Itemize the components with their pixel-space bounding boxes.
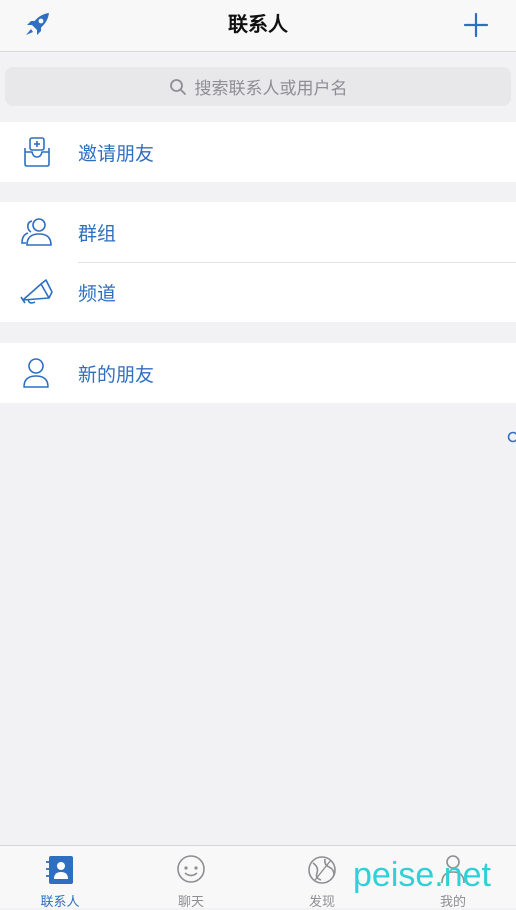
- watermark-text: peise.net: [353, 855, 491, 895]
- search-icon: [169, 78, 187, 96]
- page-title: 联系人: [0, 0, 516, 51]
- discover-icon: [305, 853, 339, 887]
- tab-contacts[interactable]: 联系人: [20, 846, 100, 908]
- list-item-new-friends[interactable]: 新的朋友: [0, 343, 516, 403]
- megaphone-icon: [19, 274, 55, 310]
- invite-friends-label: 邀请朋友: [78, 139, 154, 166]
- groups-section: 群组 频道: [0, 202, 516, 322]
- partial-search-icon: [505, 430, 516, 446]
- groups-label: 群组: [78, 219, 116, 246]
- chat-icon: [174, 853, 208, 887]
- search-bar[interactable]: 搜索联系人或用户名: [5, 67, 511, 106]
- group-icon: [19, 214, 55, 250]
- invite-section: 邀请朋友: [0, 122, 516, 182]
- tab-contacts-label: 联系人: [20, 891, 100, 910]
- tab-discover[interactable]: 发现: [282, 846, 362, 908]
- contacts-icon: [43, 853, 77, 887]
- tab-chat[interactable]: 聊天: [151, 846, 231, 908]
- search-placeholder: 搜索联系人或用户名: [195, 74, 348, 99]
- plus-icon[interactable]: [462, 11, 490, 39]
- channels-label: 频道: [78, 279, 116, 306]
- tab-chat-label: 聊天: [151, 891, 231, 910]
- new-friends-section: 新的朋友: [0, 343, 516, 403]
- invite-tray-icon: [19, 134, 55, 170]
- list-item-invite-friends[interactable]: 邀请朋友: [0, 122, 516, 182]
- person-icon: [19, 355, 55, 391]
- list-item-groups[interactable]: 群组: [0, 202, 516, 262]
- navigation-bar: 联系人: [0, 0, 516, 52]
- tab-discover-label: 发现: [282, 891, 362, 910]
- new-friends-label: 新的朋友: [78, 360, 154, 387]
- list-item-channels[interactable]: 频道: [0, 262, 516, 322]
